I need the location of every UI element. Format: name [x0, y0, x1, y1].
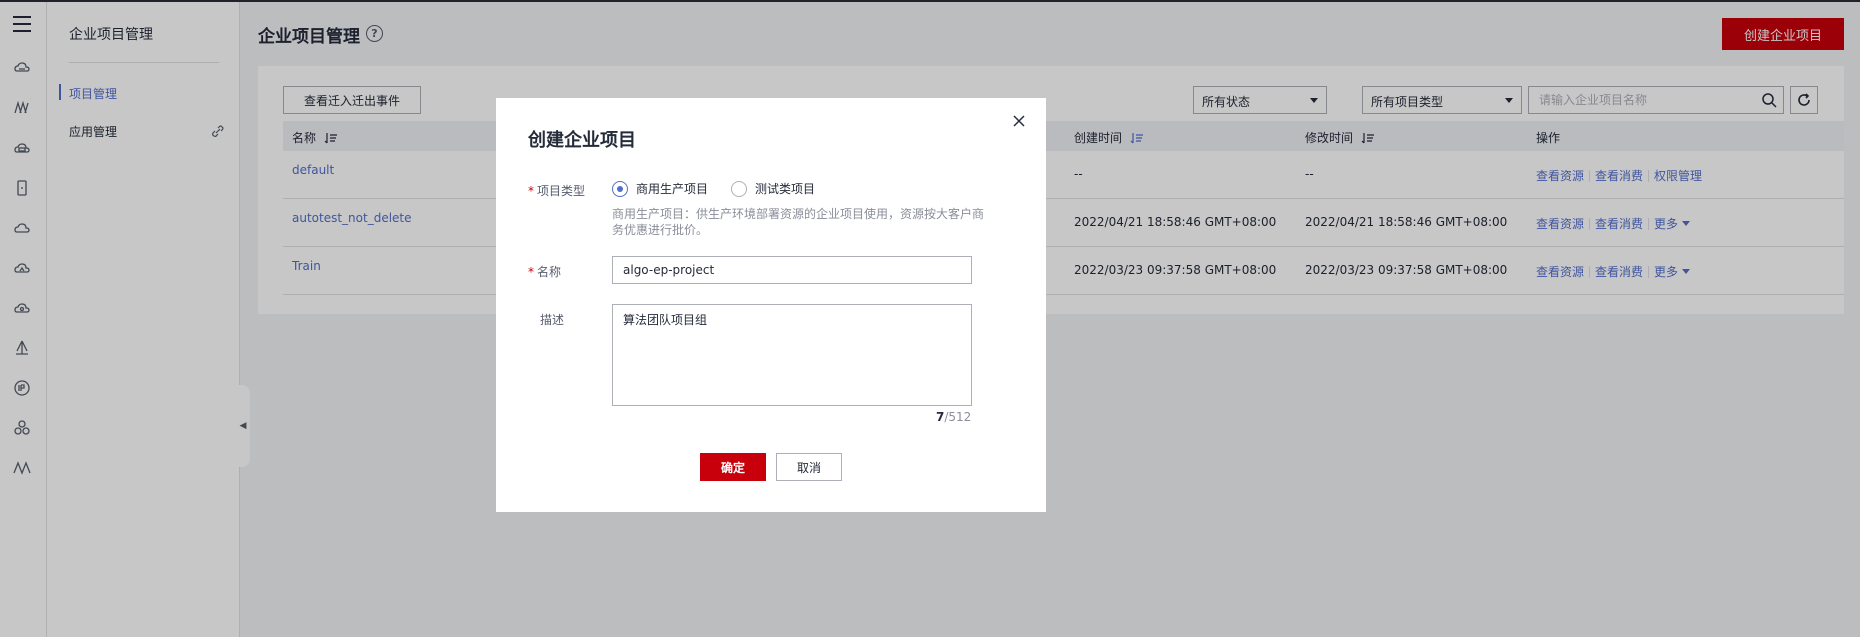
project-type-label: * 项目类型	[528, 184, 586, 198]
radio-test-label: 测试类项目	[755, 182, 816, 196]
project-type-label-text: 项目类型	[537, 184, 586, 198]
close-icon[interactable]	[1012, 114, 1026, 128]
radio-test-project[interactable]: 测试类项目	[731, 180, 815, 197]
create-project-dialog: 创建企业项目 * 项目类型 商用生产项目 测试类项目 商用生产项目：供生产环境部署…	[496, 98, 1046, 512]
project-type-hint: 商用生产项目：供生产环境部署资源的企业项目使用，资源按大客户商务优惠进行批价。	[612, 207, 985, 237]
radio-checked-icon	[612, 180, 628, 197]
confirm-button[interactable]: 确定	[700, 453, 766, 481]
radio-production-label: 商用生产项目	[636, 182, 709, 196]
cancel-button[interactable]: 取消	[776, 453, 842, 481]
name-label: * 名称	[528, 265, 562, 279]
project-name-field[interactable]	[612, 256, 972, 284]
radio-production-project[interactable]: 商用生产项目	[612, 180, 708, 197]
description-textarea[interactable]: 算法团队项目组	[612, 304, 972, 406]
dialog-title: 创建企业项目	[528, 130, 636, 151]
char-count-max: /512	[944, 410, 972, 424]
description-label: 描述	[540, 313, 565, 327]
name-label-text: 名称	[537, 265, 562, 279]
char-counter: 7/512	[936, 410, 971, 424]
radio-unchecked-icon	[731, 180, 747, 197]
